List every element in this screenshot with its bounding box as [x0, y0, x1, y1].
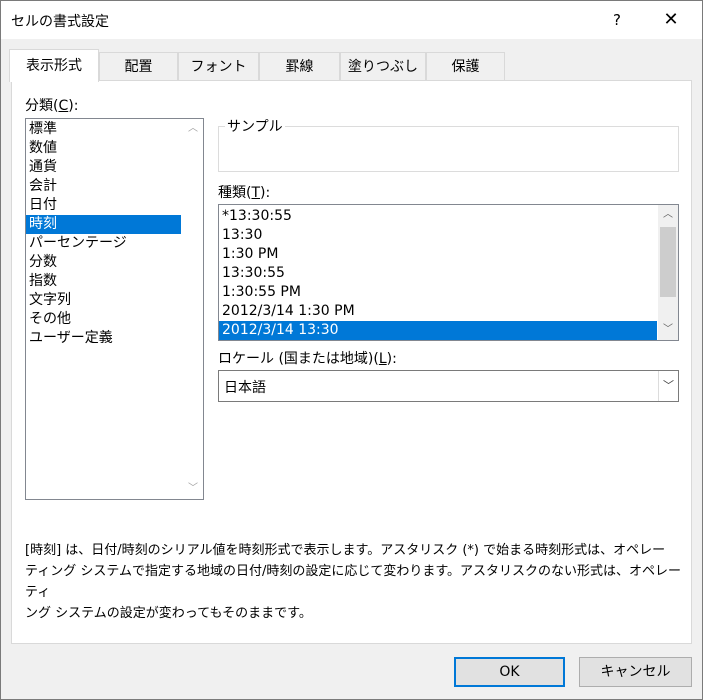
category-item-percentage[interactable]: パーセンテージ — [26, 234, 203, 253]
category-item-custom[interactable]: ユーザー定義 — [26, 329, 203, 348]
category-item-scientific[interactable]: 指数 — [26, 272, 203, 291]
category-scrollbar[interactable]: ︿ ﹀ — [183, 119, 203, 499]
category-list[interactable]: 標準 数値 通貨 会計 日付 時刻 パーセンテージ 分数 指数 文字列 その他 … — [25, 118, 204, 500]
help-button[interactable]: ? — [603, 7, 631, 33]
category-item-time[interactable]: 時刻 — [26, 215, 181, 234]
locale-dropdown[interactable]: 日本語 ﹀ — [218, 370, 679, 402]
chevron-up-icon[interactable]: ︿ — [658, 205, 678, 225]
tab-fill[interactable]: 塗りつぶし — [340, 52, 426, 81]
type-scrollbar[interactable]: ︿ ﹀ — [658, 205, 678, 340]
category-item-fraction[interactable]: 分数 — [26, 253, 203, 272]
sample-label: サンプル — [225, 116, 285, 136]
format-cells-dialog: セルの書式設定 ? ✕ 表示形式 配置 フォント 罫線 塗りつぶし 保護 分類(… — [0, 0, 703, 700]
chevron-down-icon[interactable]: ﹀ — [658, 320, 678, 340]
type-item[interactable]: 2012/3/14 1:30 PM — [219, 302, 678, 321]
type-item[interactable]: *13:30:55 — [219, 207, 678, 226]
format-description: [時刻] は、日付/時刻のシリアル値を時刻形式で表示します。アスタリスク (*)… — [25, 540, 685, 624]
tab-font[interactable]: フォント — [178, 52, 259, 81]
category-label: 分類(C): — [25, 98, 79, 114]
ok-button[interactable]: OK — [454, 657, 565, 687]
tab-strip: 表示形式 配置 フォント 罫線 塗りつぶし 保護 — [9, 49, 509, 82]
type-item[interactable]: 13:30:55 — [219, 264, 678, 283]
category-item-special[interactable]: その他 — [26, 310, 203, 329]
category-item-date[interactable]: 日付 — [26, 196, 203, 215]
type-item[interactable]: 1:30 PM — [219, 245, 678, 264]
window-title: セルの書式設定 — [11, 14, 109, 30]
tab-border[interactable]: 罫線 — [259, 52, 340, 81]
title-bar: セルの書式設定 ? ✕ — [1, 1, 702, 39]
close-button[interactable]: ✕ — [657, 7, 685, 33]
tab-number-format[interactable]: 表示形式 — [9, 49, 99, 82]
type-item[interactable]: 1:30:55 PM — [219, 283, 678, 302]
chevron-down-icon[interactable]: ﹀ — [658, 371, 678, 401]
category-item-number[interactable]: 数値 — [26, 139, 203, 158]
category-item-text[interactable]: 文字列 — [26, 291, 203, 310]
chevron-up-icon[interactable]: ︿ — [183, 119, 203, 139]
tab-alignment[interactable]: 配置 — [99, 52, 178, 81]
category-item-currency[interactable]: 通貨 — [26, 158, 203, 177]
cancel-button[interactable]: キャンセル — [579, 657, 692, 687]
locale-value: 日本語 — [224, 380, 266, 396]
locale-label: ロケール (国または地域)(L): — [218, 351, 397, 367]
chevron-down-icon[interactable]: ﹀ — [183, 479, 203, 499]
category-item-accounting[interactable]: 会計 — [26, 177, 203, 196]
type-item[interactable]: 13:30 — [219, 226, 678, 245]
type-list[interactable]: *13:30:55 13:30 1:30 PM 13:30:55 1:30:55… — [218, 204, 679, 341]
category-item-general[interactable]: 標準 — [26, 120, 203, 139]
type-item-selected[interactable]: 2012/3/14 13:30 — [219, 321, 657, 340]
tab-protection[interactable]: 保護 — [426, 52, 505, 81]
description-line: ング システムの設定が変わってもそのままです。 — [25, 606, 312, 621]
scrollbar-thumb[interactable] — [660, 227, 676, 297]
sample-group: サンプル — [218, 116, 679, 172]
description-line: ティング システムで指定する地域の日付/時刻の設定に応じて変わります。アスタリス… — [25, 564, 682, 600]
description-line: [時刻] は、日付/時刻のシリアル値を時刻形式で表示します。アスタリスク (*)… — [25, 543, 666, 558]
type-label: 種類(T): — [218, 185, 271, 201]
